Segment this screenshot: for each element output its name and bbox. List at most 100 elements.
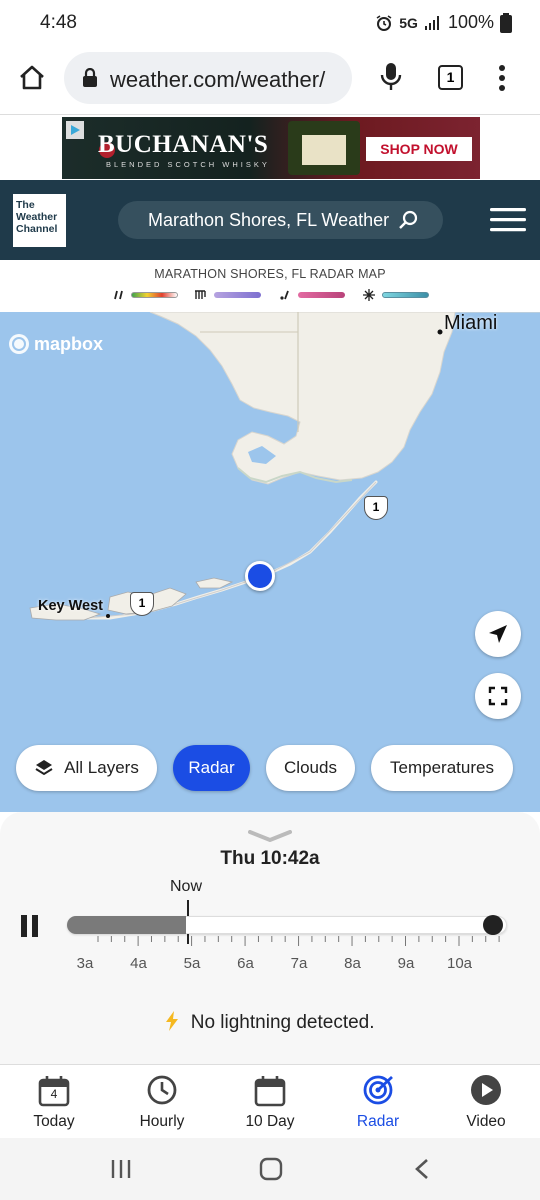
rain-icon	[114, 290, 123, 300]
timeline-hour-label: 8a	[344, 955, 361, 972]
status-bar: 4:48 5G 100%	[0, 0, 540, 48]
signal-icon	[424, 15, 439, 30]
tab-count: 1	[446, 69, 455, 85]
radar-map[interactable]: mapbox Miami Key West 1 1 All Layers Rad…	[0, 312, 540, 812]
nav-10-day[interactable]: 10 Day	[216, 1065, 324, 1139]
site-header: The Weather Channel Marathon Shores, FL …	[0, 180, 540, 260]
chip-clouds[interactable]: Clouds	[266, 745, 355, 791]
fullscreen-button[interactable]	[475, 673, 521, 719]
lock-icon	[83, 68, 97, 87]
legend-mix-bar	[214, 292, 261, 298]
key-west-label: Key West	[38, 598, 104, 614]
timeline-progress	[67, 916, 186, 934]
snow-icon	[363, 289, 375, 301]
current-frame-time: Thu 10:42a	[220, 848, 320, 869]
fullscreen-icon	[488, 686, 508, 706]
product-image	[288, 121, 360, 175]
nav-label: Hourly	[139, 1113, 185, 1130]
battery-icon	[500, 12, 512, 33]
hamburger-menu-icon[interactable]	[490, 207, 526, 233]
layers-icon	[35, 760, 53, 776]
locate-me-button[interactable]	[475, 611, 521, 657]
collapse-chevron-icon[interactable]	[248, 830, 292, 842]
pause-button[interactable]	[20, 915, 40, 937]
ad-brand: BUCHANAN'S	[98, 131, 269, 158]
system-navigation-bar	[0, 1138, 540, 1200]
tab-switcher-button[interactable]: 1	[438, 65, 463, 90]
timeline-ticks	[97, 936, 500, 946]
radar-icon	[363, 1075, 393, 1105]
location-search[interactable]: Marathon Shores, FL Weather	[118, 201, 443, 239]
mapbox-label: mapbox	[34, 333, 104, 354]
ice-icon	[280, 290, 289, 300]
alarm-icon	[376, 14, 392, 31]
timeline-hour-label: 10a	[446, 955, 473, 972]
nav-video[interactable]: Video	[432, 1065, 540, 1139]
ad-banner[interactable]: BUCHANAN'S BLENDED SCOTCH WHISKY SHOP NO…	[62, 117, 480, 179]
pause-icon	[21, 915, 38, 937]
mapbox-logo-icon	[9, 334, 29, 354]
bottom-navigation: 4 Today Hourly 10 Day Radar Video	[0, 1064, 540, 1138]
legend-snow-bar	[382, 292, 429, 298]
legend-rain-bar	[131, 292, 178, 298]
ad-tagline: BLENDED SCOTCH WHISKY	[106, 160, 270, 169]
legend-title: MARATHON SHORES, FL RADAR MAP	[154, 267, 386, 281]
now-label: Now	[170, 878, 203, 895]
lightning-status: No lightning detected.	[0, 1011, 540, 1034]
lightning-text: No lightning detected.	[190, 1012, 375, 1033]
browser-toolbar: weather.com/weather/ 1	[0, 48, 540, 114]
radar-legend: MARATHON SHORES, FL RADAR MAP	[0, 260, 540, 312]
legend-ice-bar	[298, 292, 345, 298]
play-icon	[471, 1075, 501, 1105]
battery-percent: 100%	[447, 12, 494, 32]
route-shield: 1	[130, 592, 154, 616]
chip-radar[interactable]: Radar	[173, 745, 250, 791]
nav-radar[interactable]: Radar	[324, 1065, 432, 1139]
key-west-marker	[106, 614, 110, 618]
network-indicator: 5G	[399, 14, 418, 31]
more-menu-icon[interactable]	[496, 64, 508, 92]
url-text: weather.com/weather/	[110, 67, 326, 92]
chip-label: Temperatures	[390, 758, 494, 777]
timeline-handle[interactable]	[483, 915, 503, 935]
url-bar[interactable]: weather.com/weather/	[64, 52, 352, 104]
ad-cta-button[interactable]: SHOP NOW	[366, 137, 472, 161]
twc-logo[interactable]: The Weather Channel	[13, 194, 66, 247]
timeline-hour-label: 5a	[183, 955, 201, 972]
mapbox-attribution[interactable]: mapbox	[8, 333, 103, 355]
chip-label: All Layers	[64, 758, 139, 777]
map-canvas	[29, 312, 540, 621]
navigation-arrow-icon	[489, 625, 507, 643]
nav-label: 10 Day	[245, 1113, 295, 1130]
miami-label: Miami	[444, 312, 498, 334]
back-icon[interactable]	[414, 1158, 430, 1180]
home-icon[interactable]	[18, 64, 46, 92]
mix-icon	[195, 290, 206, 299]
logo-line-3: Channel	[16, 223, 58, 235]
timeline-hour-label: 4a	[130, 955, 147, 972]
home-button-icon[interactable]	[259, 1157, 283, 1181]
logo-line-1: The	[16, 199, 35, 211]
miami-marker	[437, 329, 443, 335]
nav-label: Video	[466, 1113, 506, 1130]
nav-today[interactable]: 4 Today	[0, 1065, 108, 1139]
route-shield: 1	[364, 496, 388, 520]
status-time: 4:48	[40, 12, 77, 33]
recent-apps-icon[interactable]	[110, 1159, 132, 1179]
lightning-icon	[166, 1011, 179, 1031]
adchoices-icon[interactable]	[66, 121, 84, 139]
nav-hourly[interactable]: Hourly	[108, 1065, 216, 1139]
middle-keys	[195, 577, 234, 589]
microphone-icon[interactable]	[380, 62, 402, 92]
timeline-hour-label: 6a	[237, 955, 254, 972]
chip-label: Clouds	[284, 758, 337, 777]
chip-all-layers[interactable]: All Layers	[16, 745, 157, 791]
ad-cta-label: SHOP NOW	[380, 141, 458, 157]
timeline-slider[interactable]	[67, 915, 507, 935]
search-text: Marathon Shores, FL Weather	[148, 210, 390, 230]
chip-label: Radar	[188, 758, 235, 777]
current-location-marker[interactable]	[245, 561, 275, 591]
chip-temperatures[interactable]: Temperatures	[371, 745, 513, 791]
timeline-hour-label: 7a	[290, 955, 308, 972]
ad-container: BUCHANAN'S BLENDED SCOTCH WHISKY SHOP NO…	[0, 114, 540, 180]
